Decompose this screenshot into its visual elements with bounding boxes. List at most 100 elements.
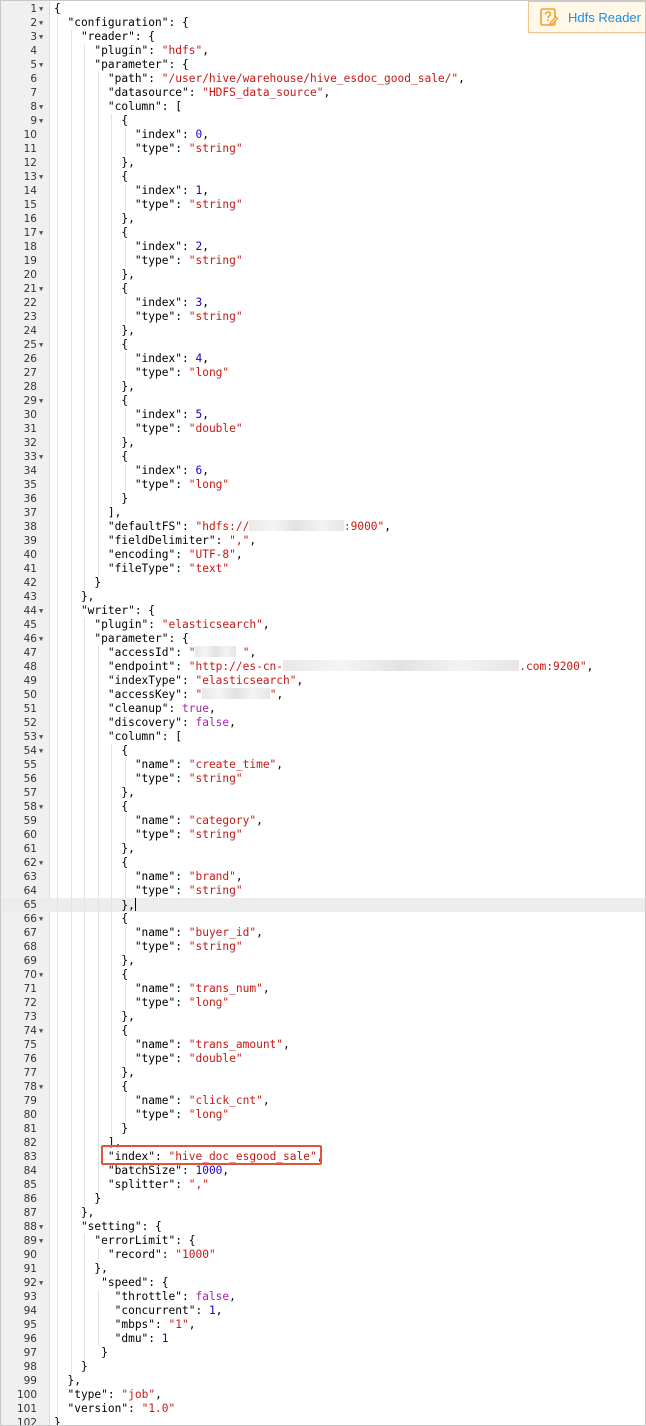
fold-toggle-icon[interactable]: ▼ bbox=[39, 1024, 43, 1038]
code-line[interactable]: 35 "type": "long" bbox=[1, 478, 645, 492]
code-line[interactable]: 44 ▼ "writer": { bbox=[1, 604, 645, 618]
fold-toggle-icon[interactable]: ▼ bbox=[39, 100, 43, 114]
code-line[interactable]: 14 "index": 1, bbox=[1, 184, 645, 198]
code-line[interactable]: 97 } bbox=[1, 1346, 645, 1360]
code-line[interactable]: 19 "type": "string" bbox=[1, 254, 645, 268]
code-line[interactable]: 69 }, bbox=[1, 954, 645, 968]
code-line[interactable]: 75 "name": "trans_amount", bbox=[1, 1038, 645, 1052]
code-line[interactable]: 56 "type": "string" bbox=[1, 772, 645, 786]
fold-toggle-icon[interactable]: ▼ bbox=[39, 912, 43, 926]
code-line[interactable]: 29 ▼ { bbox=[1, 394, 645, 408]
code-line[interactable]: 47 "accessId": " ", bbox=[1, 646, 645, 660]
code-line[interactable]: 67 "name": "buyer_id", bbox=[1, 926, 645, 940]
code-line[interactable]: 86 } bbox=[1, 1192, 645, 1206]
code-line[interactable]: 90 "record": "1000" bbox=[1, 1248, 645, 1262]
code-line[interactable]: 95 "mbps": "1", bbox=[1, 1318, 645, 1332]
code-line[interactable]: 42 } bbox=[1, 576, 645, 590]
code-line[interactable]: 36 } bbox=[1, 492, 645, 506]
code-line[interactable]: 72 "type": "long" bbox=[1, 996, 645, 1010]
code-line[interactable]: 49 "indexType": "elasticsearch", bbox=[1, 674, 645, 688]
code-line[interactable]: 60 "type": "string" bbox=[1, 828, 645, 842]
code-line[interactable]: 40 "encoding": "UTF-8", bbox=[1, 548, 645, 562]
code-line[interactable]: 33 ▼ { bbox=[1, 450, 645, 464]
code-line[interactable]: 32 }, bbox=[1, 436, 645, 450]
code-line[interactable]: 18 "index": 2, bbox=[1, 240, 645, 254]
code-line[interactable]: 23 "type": "string" bbox=[1, 310, 645, 324]
fold-toggle-icon[interactable]: ▼ bbox=[39, 744, 43, 758]
code-line[interactable]: 4 "plugin": "hdfs", bbox=[1, 44, 645, 58]
code-line[interactable]: 16 }, bbox=[1, 212, 645, 226]
fold-toggle-icon[interactable]: ▼ bbox=[39, 394, 43, 408]
code-line[interactable]: 102} bbox=[1, 1416, 645, 1425]
code-line[interactable]: 91 }, bbox=[1, 1262, 645, 1276]
code-line[interactable]: 62 ▼ { bbox=[1, 856, 645, 870]
fold-toggle-icon[interactable]: ▼ bbox=[39, 1234, 43, 1248]
code-line[interactable]: 55 "name": "create_time", bbox=[1, 758, 645, 772]
code-line[interactable]: 22 "index": 3, bbox=[1, 296, 645, 310]
code-line[interactable]: 89 ▼ "errorLimit": { bbox=[1, 1234, 645, 1248]
code-line[interactable]: 51 "cleanup": true, bbox=[1, 702, 645, 716]
code-line[interactable]: 45 "plugin": "elasticsearch", bbox=[1, 618, 645, 632]
json-code-editor[interactable]: 1 ▼{2 ▼ "configuration": {3 ▼ "reader": {4 … bbox=[1, 2, 645, 1425]
code-line[interactable]: 41 "fileType": "text" bbox=[1, 562, 645, 576]
code-line[interactable]: 24 }, bbox=[1, 324, 645, 338]
fold-toggle-icon[interactable]: ▼ bbox=[39, 170, 43, 184]
code-line[interactable]: 52 "discovery": false, bbox=[1, 716, 645, 730]
code-line[interactable]: 57 }, bbox=[1, 786, 645, 800]
fold-toggle-icon[interactable]: ▼ bbox=[39, 16, 43, 30]
code-line[interactable]: 80 "type": "long" bbox=[1, 1108, 645, 1122]
code-line[interactable]: 48 "endpoint": "http://es-cn- .com:9200", bbox=[1, 660, 645, 674]
code-line[interactable]: 70 ▼ { bbox=[1, 968, 645, 982]
code-line[interactable]: 43 }, bbox=[1, 590, 645, 604]
code-line[interactable]: 76 "type": "double" bbox=[1, 1052, 645, 1066]
code-line[interactable]: 46 ▼ "parameter": { bbox=[1, 632, 645, 646]
code-line[interactable]: 10 "index": 0, bbox=[1, 128, 645, 142]
code-line[interactable]: 94 "concurrent": 1, bbox=[1, 1304, 645, 1318]
code-line[interactable]: 54 ▼ { bbox=[1, 744, 645, 758]
code-line[interactable]: 64 "type": "string" bbox=[1, 884, 645, 898]
code-line[interactable]: 15 "type": "string" bbox=[1, 198, 645, 212]
code-line[interactable]: 71 "name": "trans_num", bbox=[1, 982, 645, 996]
code-line[interactable]: 38 "defaultFS": "hdfs://:9000", bbox=[1, 520, 645, 534]
fold-toggle-icon[interactable]: ▼ bbox=[39, 226, 43, 240]
code-line[interactable]: 93 "throttle": false, bbox=[1, 1290, 645, 1304]
code-line[interactable]: 84 "batchSize": 1000, bbox=[1, 1164, 645, 1178]
code-line[interactable]: 81 } bbox=[1, 1122, 645, 1136]
code-line[interactable]: 61 }, bbox=[1, 842, 645, 856]
code-line[interactable]: 88 ▼ "setting": { bbox=[1, 1220, 645, 1234]
code-line[interactable]: 8 ▼ "column": [ bbox=[1, 100, 645, 114]
code-line[interactable]: 74 ▼ { bbox=[1, 1024, 645, 1038]
code-line[interactable]: 87 }, bbox=[1, 1206, 645, 1220]
code-line[interactable]: 78 ▼ { bbox=[1, 1080, 645, 1094]
code-line[interactable]: 85 "splitter": "," bbox=[1, 1178, 645, 1192]
fold-toggle-icon[interactable]: ▼ bbox=[39, 856, 43, 870]
code-line[interactable]: 27 "type": "long" bbox=[1, 366, 645, 380]
code-line[interactable]: 101 "version": "1.0" bbox=[1, 1402, 645, 1416]
code-line[interactable]: 68 "type": "string" bbox=[1, 940, 645, 954]
fold-toggle-icon[interactable]: ▼ bbox=[39, 730, 43, 744]
code-line[interactable]: 20 }, bbox=[1, 268, 645, 282]
code-line[interactable]: 98 } bbox=[1, 1360, 645, 1374]
fold-toggle-icon[interactable]: ▼ bbox=[39, 632, 43, 646]
code-line[interactable]: 6 "path": "/user/hive/warehouse/hive_esd… bbox=[1, 72, 645, 86]
code-line[interactable]: 39 "fieldDelimiter": ",", bbox=[1, 534, 645, 548]
code-line[interactable]: 63 "name": "brand", bbox=[1, 870, 645, 884]
code-line[interactable]: 5 ▼ "parameter": { bbox=[1, 58, 645, 72]
code-line[interactable]: 26 "index": 4, bbox=[1, 352, 645, 366]
code-line[interactable]: 96 "dmu": 1 bbox=[1, 1332, 645, 1346]
code-line[interactable]: 66 ▼ { bbox=[1, 912, 645, 926]
code-line[interactable]: 79 "name": "click_cnt", bbox=[1, 1094, 645, 1108]
code-line[interactable]: 50 "accessKey": " ", bbox=[1, 688, 645, 702]
code-line[interactable]: 37 ], bbox=[1, 506, 645, 520]
code-line[interactable]: 25 ▼ { bbox=[1, 338, 645, 352]
code-line[interactable]: 9 ▼ { bbox=[1, 114, 645, 128]
code-line[interactable]: 99 }, bbox=[1, 1374, 645, 1388]
code-line[interactable]: 58 ▼ { bbox=[1, 800, 645, 814]
code-line[interactable]: 59 "name": "category", bbox=[1, 814, 645, 828]
code-line[interactable]: 13 ▼ { bbox=[1, 170, 645, 184]
fold-toggle-icon[interactable]: ▼ bbox=[39, 114, 43, 128]
code-line[interactable]: 82 ], bbox=[1, 1136, 645, 1150]
fold-toggle-icon[interactable]: ▼ bbox=[39, 58, 43, 72]
code-line[interactable]: 73 }, bbox=[1, 1010, 645, 1024]
fold-toggle-icon[interactable]: ▼ bbox=[39, 450, 43, 464]
